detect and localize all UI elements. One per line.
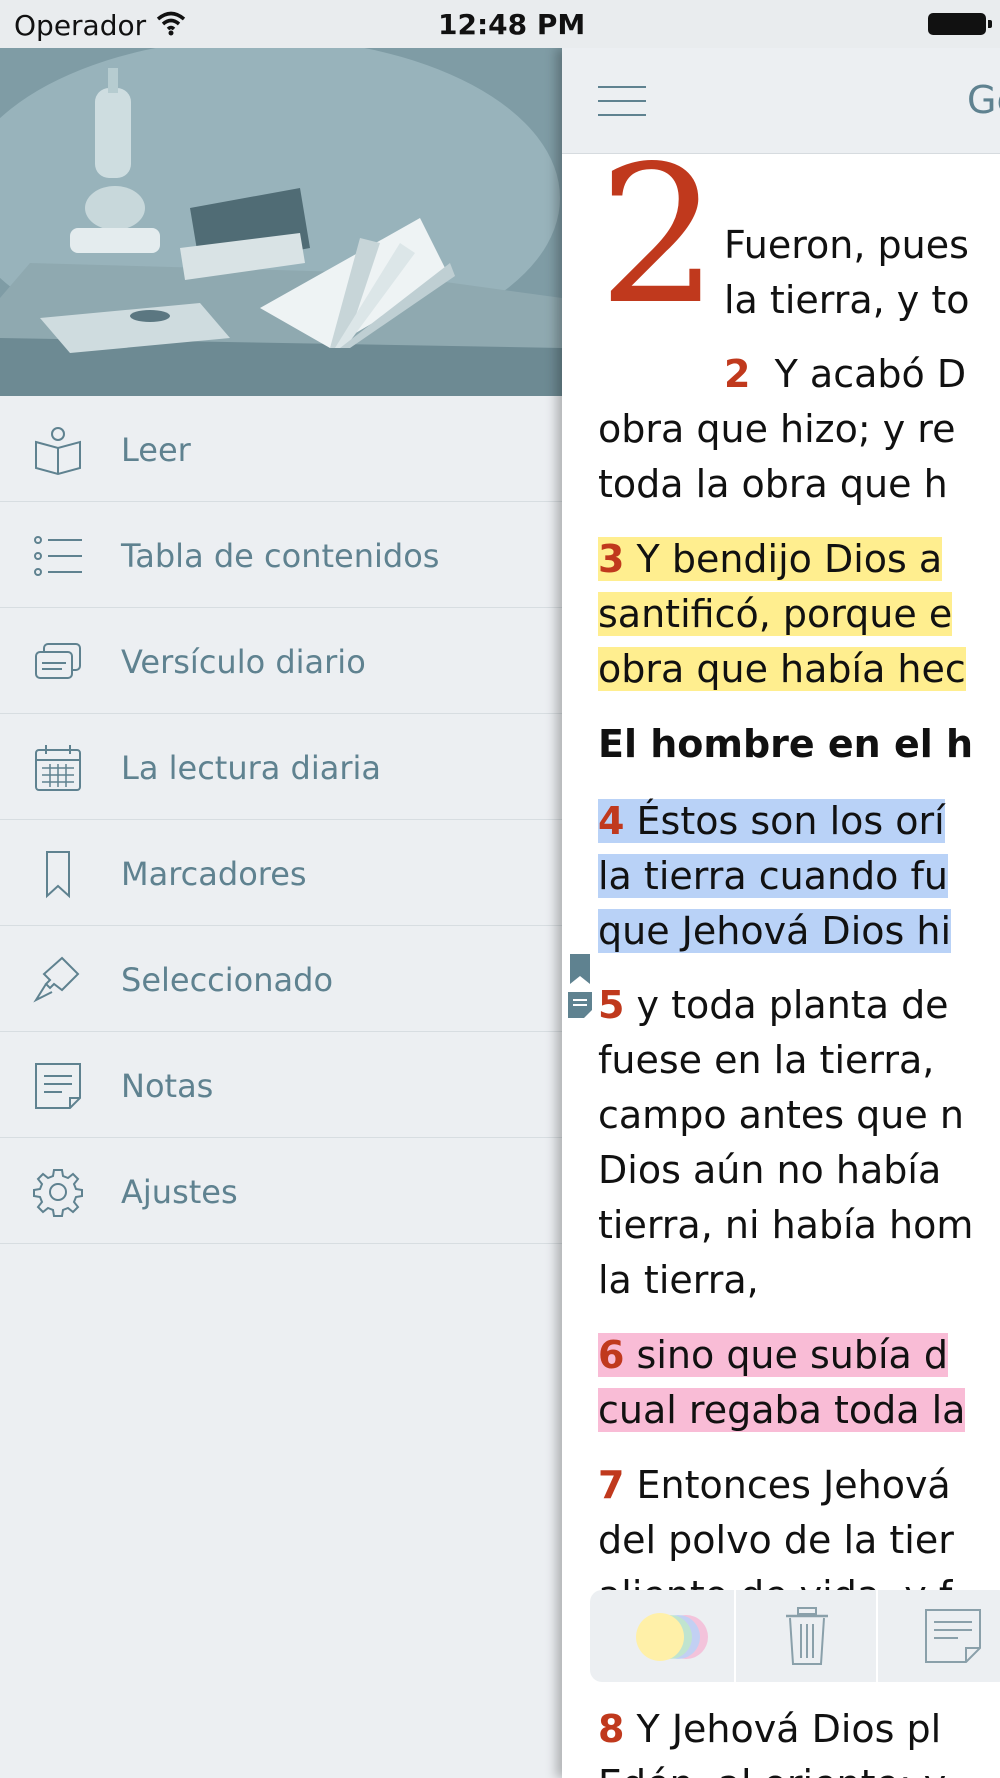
menu-item-settings[interactable]: Ajustes — [0, 1138, 562, 1244]
note-icon[interactable] — [924, 1608, 982, 1664]
hamburger-line — [598, 86, 646, 88]
menu-item-label: Marcadores — [121, 855, 307, 893]
bookmark-icon — [46, 851, 70, 899]
hamburger-line — [598, 100, 646, 102]
verse-5: 5 y toda planta de — [598, 983, 949, 1027]
still-life-illustration — [0, 48, 562, 396]
carrier-label: Operador — [14, 9, 147, 42]
verse-line: obra que hizo; y re — [598, 407, 956, 451]
verse-line: Fueron, pues — [724, 223, 969, 267]
verse-number: 7 — [598, 1463, 625, 1507]
verse-line: la tierra, y to — [724, 278, 970, 322]
chapter-number: 2 — [598, 125, 719, 346]
menu-item-label: Leer — [121, 431, 191, 469]
verse-line: fuese en la tierra, — [598, 1038, 935, 1082]
trash-icon[interactable] — [784, 1606, 830, 1668]
toolbar-divider — [734, 1590, 736, 1682]
menu-item-daily-verse[interactable]: Versículo diario — [0, 608, 562, 714]
clock: 12:48 PM — [438, 8, 586, 41]
side-menu: Leer Tabla de contenidos Versículo diari — [0, 48, 562, 1778]
color-picker-icon[interactable] — [618, 1612, 718, 1662]
hamburger-line — [598, 114, 646, 116]
book-reader-icon — [35, 427, 81, 476]
menu-item-label: Notas — [121, 1067, 214, 1105]
section-heading: El hombre en el h — [598, 722, 974, 766]
verse-4: 4 Éstos son los orí — [598, 799, 945, 843]
menu-item-label: Seleccionado — [121, 961, 334, 999]
menu-item-bookmarks[interactable]: Marcadores — [0, 820, 562, 926]
verse-line: del polvo de la tier — [598, 1518, 954, 1562]
battery-icon — [928, 13, 992, 35]
menu-item-label: Tabla de contenidos — [121, 537, 440, 575]
verse-number: 3 — [598, 537, 625, 581]
verse-8: 8 Y Jehová Dios pl — [598, 1707, 942, 1751]
menu-list: Leer Tabla de contenidos Versículo diari — [0, 396, 562, 1244]
menu-item-label: La lectura diaria — [121, 749, 382, 787]
calendar-icon — [35, 745, 81, 791]
menu-item-label: Versículo diario — [121, 643, 366, 681]
verse-number: 8 — [598, 1707, 625, 1751]
menu-item-label: Ajustes — [121, 1173, 238, 1211]
verse-line: tierra, ni había hom — [598, 1203, 974, 1247]
verse-number: 5 — [598, 983, 625, 1027]
verse-number: 4 — [598, 799, 625, 843]
verse-line-highlighted: que Jehová Dios hi — [598, 909, 952, 953]
selection-toolbar — [590, 1590, 1000, 1682]
menu-item-daily-reading[interactable]: La lectura diaria — [0, 714, 562, 820]
menu-item-table-of-contents[interactable]: Tabla de contenidos — [0, 502, 562, 608]
verse-number: 2 — [724, 352, 751, 396]
verse-line-highlighted: obra que había hec — [598, 647, 966, 691]
wifi-icon — [156, 11, 186, 36]
toolbar-divider — [876, 1590, 878, 1682]
verse-line: Edén, al oriente; y — [598, 1757, 946, 1778]
menu-item-highlighted[interactable]: Seleccionado — [0, 926, 562, 1032]
verse-line: toda la obra que h — [598, 462, 948, 506]
verse-line: Dios aún no había — [598, 1148, 942, 1192]
verse-line-highlighted: la tierra cuando fu — [598, 854, 948, 898]
reader-panel: Gé 2 Fueron, pues la tierra, y to 2 Y ac… — [562, 48, 1000, 1778]
verse-line-highlighted: cual regaba toda la — [598, 1388, 966, 1432]
verse-line: campo antes que n — [598, 1093, 964, 1137]
status-bar: Operador 12:48 PM — [0, 0, 1000, 48]
verse-number: 6 — [598, 1333, 625, 1377]
verse-line: la tierra, — [598, 1258, 759, 1302]
verse-6: 6 sino que subía d — [598, 1333, 949, 1377]
list-icon — [34, 536, 82, 576]
menu-item-notes[interactable]: Notas — [0, 1032, 562, 1138]
bookmark-marker-icon[interactable] — [570, 954, 590, 984]
menu-item-leer[interactable]: Leer — [0, 396, 562, 502]
note-icon — [35, 1063, 81, 1109]
header-image — [0, 48, 562, 396]
verse-7: 7 Entonces Jehová — [598, 1463, 951, 1507]
verse-2: 2 Y acabó D — [724, 352, 967, 396]
cards-icon — [35, 643, 81, 679]
highlighter-icon — [33, 956, 80, 1003]
verse-3: 3 Y bendijo Dios a — [598, 537, 943, 581]
menu-button[interactable] — [598, 86, 646, 120]
book-title[interactable]: Gé — [967, 78, 1000, 122]
note-marker-icon[interactable] — [568, 992, 592, 1018]
verse-line-highlighted: santificó, porque e — [598, 592, 953, 636]
gear-icon — [33, 1169, 83, 1217]
